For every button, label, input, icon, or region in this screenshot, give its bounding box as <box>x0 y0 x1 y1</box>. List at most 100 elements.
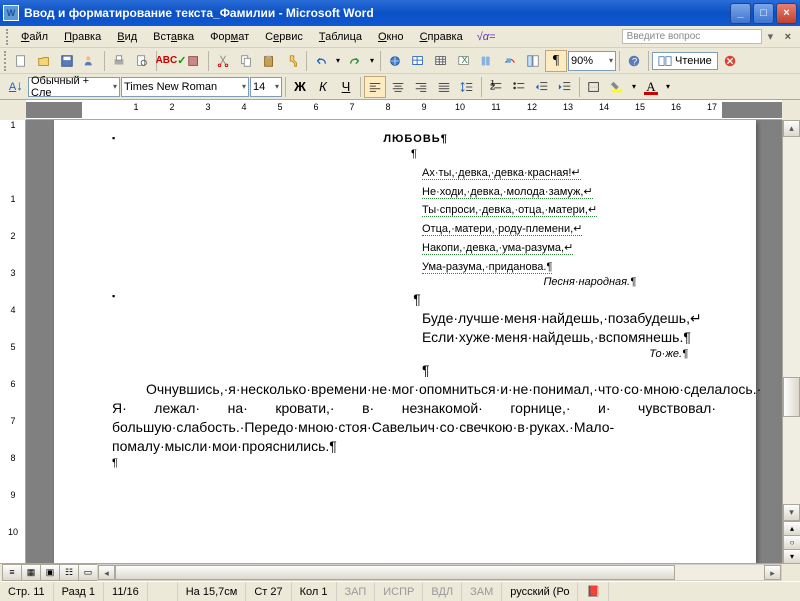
scroll-left-button[interactable]: ◂ <box>98 565 115 580</box>
outdent-button[interactable] <box>531 76 553 98</box>
menu-view[interactable]: Вид <box>109 29 145 45</box>
highlight-button[interactable] <box>606 76 628 98</box>
grip[interactable] <box>6 29 9 45</box>
horizontal-ruler[interactable]: 1234567891011121314151617 <box>26 100 782 120</box>
vertical-scrollbar[interactable]: ▴ ▾ ▴ ○ ▾ <box>782 120 800 563</box>
prose-paragraph: Очнувшись,·я·несколько·времени·не·мог·оп… <box>112 380 716 456</box>
status-trk[interactable]: ИСПР <box>375 582 423 601</box>
redo-button[interactable] <box>344 50 366 72</box>
document-area[interactable]: ▪ЛЮБОВЬ¶ ¶ Ах·ты,·девка,·девка·красная!↵… <box>26 120 782 563</box>
zoom-select[interactable]: 90%▾ <box>568 51 616 71</box>
align-left-button[interactable] <box>364 76 386 98</box>
styles-button[interactable]: А↓ <box>5 76 27 98</box>
menu-file[interactable]: Файл <box>13 29 56 45</box>
horizontal-scrollbar[interactable]: ◂ ▸ <box>97 564 782 581</box>
maximize-button[interactable]: □ <box>753 3 774 24</box>
save-button[interactable] <box>56 50 78 72</box>
scroll-down-button[interactable]: ▾ <box>783 504 800 521</box>
spelling-button[interactable]: ABC✓ <box>160 50 182 72</box>
formula-icon[interactable]: √α= <box>477 31 496 43</box>
status-rec[interactable]: ЗАП <box>337 582 376 601</box>
cut-button[interactable] <box>212 50 234 72</box>
new-button[interactable] <box>10 50 32 72</box>
copy-button[interactable] <box>235 50 257 72</box>
print-view-button[interactable]: ▣ <box>40 564 60 581</box>
research-button[interactable] <box>183 50 205 72</box>
drawing-button[interactable] <box>499 50 521 72</box>
para-mark: ¶ <box>112 147 716 162</box>
italic-button[interactable]: К <box>312 76 334 98</box>
tables-borders-button[interactable] <box>407 50 429 72</box>
close-button[interactable]: × <box>776 3 797 24</box>
status-pages: 11/16 <box>104 582 148 601</box>
line-spacing-button[interactable] <box>456 76 478 98</box>
reading-view-button[interactable]: ▭ <box>78 564 98 581</box>
bold-button[interactable]: Ж <box>289 76 311 98</box>
open-button[interactable] <box>33 50 55 72</box>
redo-dropdown[interactable]: ▾ <box>367 50 377 72</box>
status-book-icon[interactable]: 📕 <box>578 582 609 601</box>
menu-dropdown[interactable]: ▾ <box>768 30 778 43</box>
menu-help[interactable]: Справка <box>412 29 471 45</box>
highlight-dropdown[interactable]: ▾ <box>629 76 639 98</box>
insert-table-button[interactable] <box>430 50 452 72</box>
permission-button[interactable] <box>79 50 101 72</box>
menu-format[interactable]: Формат <box>202 29 257 45</box>
undo-button[interactable] <box>310 50 332 72</box>
scroll-up-button[interactable]: ▴ <box>783 120 800 137</box>
vertical-ruler[interactable]: 112345678910 <box>0 120 26 563</box>
close-reading-button[interactable] <box>719 50 741 72</box>
doc-close-button[interactable]: × <box>782 31 794 43</box>
minimize-button[interactable]: _ <box>730 3 751 24</box>
format-painter-button[interactable] <box>281 50 303 72</box>
web-view-button[interactable]: ▦ <box>21 564 41 581</box>
undo-dropdown[interactable]: ▾ <box>333 50 343 72</box>
menu-insert[interactable]: Вставка <box>145 29 202 45</box>
underline-button[interactable]: Ч <box>335 76 357 98</box>
status-ovr[interactable]: ЗАМ <box>462 582 502 601</box>
font-select[interactable]: Times New Roman▾ <box>121 77 249 97</box>
help-button[interactable]: ? <box>623 50 645 72</box>
status-lang[interactable]: русский (Ро <box>502 582 578 601</box>
browse-object-button[interactable]: ○ <box>783 535 800 550</box>
help-search[interactable]: Введите вопрос <box>622 29 762 44</box>
doc-map-button[interactable] <box>522 50 544 72</box>
grip[interactable] <box>4 51 7 71</box>
preview-button[interactable] <box>131 50 153 72</box>
svg-text:?: ? <box>632 56 637 67</box>
font-color-button[interactable]: А <box>640 76 662 98</box>
font-color-dropdown[interactable]: ▾ <box>663 76 673 98</box>
menu-tools[interactable]: Сервис <box>257 29 311 45</box>
scroll-right-button[interactable]: ▸ <box>764 565 781 580</box>
outline-view-button[interactable]: ☷ <box>59 564 79 581</box>
style-select[interactable]: Обычный + Сле▾ <box>28 77 120 97</box>
poem-line: Не·ходи,·девка,·молода·замуж,↵ <box>422 181 716 200</box>
next-page-button[interactable]: ▾ <box>783 549 800 564</box>
indent-button[interactable] <box>554 76 576 98</box>
status-bar: Стр. 11 Разд 1 11/16 На 15,7см Ст 27 Кол… <box>0 581 800 601</box>
bullets-button[interactable] <box>508 76 530 98</box>
status-ext[interactable]: ВДЛ <box>423 582 462 601</box>
align-center-button[interactable] <box>387 76 409 98</box>
normal-view-button[interactable]: ≡ <box>2 564 22 581</box>
scroll-thumb-h[interactable] <box>115 565 675 580</box>
align-justify-button[interactable] <box>433 76 455 98</box>
show-formatting-button[interactable]: ¶ <box>545 50 567 72</box>
para-mark: ¶ <box>413 290 421 309</box>
reading-mode-button[interactable]: Чтение <box>652 52 718 70</box>
print-button[interactable] <box>108 50 130 72</box>
excel-button[interactable]: X <box>453 50 475 72</box>
paste-button[interactable] <box>258 50 280 72</box>
align-right-button[interactable] <box>410 76 432 98</box>
hyperlink-button[interactable] <box>384 50 406 72</box>
menu-edit[interactable]: Правка <box>56 29 109 45</box>
menu-window[interactable]: Окно <box>370 29 412 45</box>
menu-table[interactable]: Таблица <box>311 29 370 45</box>
poem-line: Отца,·матери,·роду-племени,↵ <box>422 218 716 237</box>
borders-button[interactable] <box>583 76 605 98</box>
prev-page-button[interactable]: ▴ <box>783 521 800 536</box>
scroll-thumb[interactable] <box>783 377 800 417</box>
size-select[interactable]: 14▾ <box>250 77 282 97</box>
numbering-button[interactable]: 12 <box>485 76 507 98</box>
columns-button[interactable] <box>476 50 498 72</box>
